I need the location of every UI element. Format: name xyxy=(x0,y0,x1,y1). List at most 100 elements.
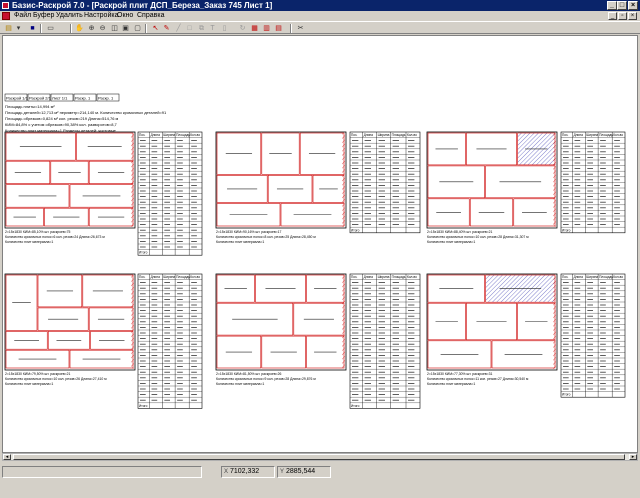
scrollbar-thumb[interactable] xyxy=(13,454,625,460)
header-summary-line: Площадь деталей=12,713 м² периметр=214,1… xyxy=(5,110,167,115)
pen-icon[interactable]: ✎ xyxy=(162,24,171,33)
toolbar-separator xyxy=(145,24,147,33)
table-header-cell: Длина xyxy=(151,133,161,137)
card-footer-line: Количество кромочных полос=8 кол. резов=… xyxy=(216,235,316,239)
mdi-restore-button[interactable]: ▫ xyxy=(618,12,627,20)
table-header-cell: Кол-во xyxy=(407,275,417,279)
table-header-cell: Длина xyxy=(364,275,374,279)
header-tab-label: Раскр. 1 xyxy=(75,96,91,101)
x-label: X xyxy=(224,469,229,475)
table-header-cell: Поз. xyxy=(562,133,568,137)
cut-icon[interactable]: ✂ xyxy=(296,24,305,33)
table-footer-label: Итого xyxy=(562,393,571,397)
card-footer-line: 2=15x1830 КИМ=79,50% шт. раскроев=21 xyxy=(5,372,71,376)
table-header-cell: Ширина xyxy=(586,275,598,279)
table-header-cell: Ширина xyxy=(586,133,598,137)
trim-strip xyxy=(342,133,345,227)
table-header-cell: Ширина xyxy=(378,133,390,137)
menu-settings[interactable]: Настройка xyxy=(84,11,118,21)
header-summary-line: Площадь плиты=14,994 м² xyxy=(5,104,55,109)
scroll-left-icon[interactable]: ◂ xyxy=(3,454,11,460)
status-message-field xyxy=(2,466,202,478)
card-footer-line: Количество кромочных полос=10 кол. резов… xyxy=(427,235,529,239)
minimize-button[interactable]: _ xyxy=(607,1,617,10)
table-header-cell: Кол-во xyxy=(190,275,200,279)
layout-icon[interactable]: ▥ xyxy=(262,24,271,33)
pointer-icon[interactable]: ↖ xyxy=(151,24,160,33)
document-icon[interactable] xyxy=(2,12,10,20)
card-footer-line: Количество кромочных полос=6 кол. резов=… xyxy=(5,235,105,239)
zoom-out-icon[interactable]: ⊖ xyxy=(98,24,107,33)
menu-file[interactable]: Файл xyxy=(14,11,31,21)
table-header-cell: Кол-во xyxy=(613,275,623,279)
save-icon[interactable]: ■ xyxy=(28,24,37,33)
table-header-cell: Поз. xyxy=(351,133,357,137)
close-button[interactable]: × xyxy=(628,1,638,10)
table-header-cell: Ширина xyxy=(163,133,175,137)
table-header-cell: Поз. xyxy=(351,275,357,279)
trim-strip xyxy=(553,275,556,369)
line-icon[interactable]: ╱ xyxy=(174,24,183,33)
toolbar-separator xyxy=(290,24,292,33)
header-tab-label: Раскрой 1/1 xyxy=(6,96,29,101)
zoom-window-icon[interactable]: ◫ xyxy=(110,24,119,33)
zoom-page-icon[interactable]: ▢ xyxy=(133,24,142,33)
mdi-minimize-button[interactable]: _ xyxy=(608,12,617,20)
cutting-layout-workspace[interactable]: Раскрой 1/1 Раскрой 2/1 Лист 1/1 Раскр. 1 Ра… xyxy=(2,35,638,453)
table-header-cell: Ширина xyxy=(378,275,390,279)
menu-delete[interactable]: Удалить xyxy=(56,11,83,21)
card-footer-line: Количество плит материала=1 xyxy=(5,240,53,244)
rotate-icon[interactable]: ↻ xyxy=(238,24,247,33)
table-header-cell: Длина xyxy=(574,275,584,279)
grid-icon[interactable]: ▦ xyxy=(250,24,259,33)
zoom-in-icon[interactable]: ⊕ xyxy=(87,24,96,33)
header-summary-line: КИМ=84,8% с учетом обрезков=90,38% кол. … xyxy=(5,122,118,127)
trim-strip xyxy=(553,133,556,227)
card-footer-line: Количество кромочных полос=10 кол. резов… xyxy=(5,377,107,381)
copy-icon[interactable]: ⧉ xyxy=(197,24,206,33)
table-header-cell: Площадь xyxy=(392,133,406,137)
cutting-card: Поз. Длина Ширина Площадь Кол-воИтого2=15x18… xyxy=(215,131,421,244)
card-footer-line: Количество плит материала=1 xyxy=(5,382,53,386)
card-footer-line: Количество плит материала=1 xyxy=(216,382,264,386)
menu-window[interactable]: Окно xyxy=(117,11,133,21)
table-header-cell: Кол-во xyxy=(613,133,623,137)
menu-help[interactable]: Справка xyxy=(137,11,164,21)
card-footer-line: Количество плит материала=1 xyxy=(216,240,264,244)
header-tab-label: Раскр. 1 xyxy=(98,96,114,101)
cutting-layout-canvas[interactable]: Раскрой 1/1 Раскрой 2/1 Лист 1/1 Раскр. 1 Ра… xyxy=(3,36,638,453)
header-summary-line: Площадь обрезков=0,824 м² кол. резов=219… xyxy=(5,116,119,121)
y-coordinate-field: Y 2885,544 xyxy=(277,466,331,478)
menu-buffer[interactable]: Буфер xyxy=(33,11,54,21)
table-footer-label: Итого xyxy=(139,251,148,255)
horizontal-scrollbar[interactable]: ◂ ▸ xyxy=(2,453,638,461)
open-icon[interactable]: ▾ xyxy=(14,24,23,33)
table-header-cell: Кол-во xyxy=(407,133,417,137)
table-footer-label: Итого xyxy=(139,404,148,408)
table-header-cell: Площадь xyxy=(176,133,190,137)
report-header: Раскрой 1/1 Раскрой 2/1 Лист 1/1 Раскр. 1 Ра… xyxy=(4,93,167,133)
x-value: 7102,332 xyxy=(229,468,260,475)
table-header-cell: Площадь xyxy=(599,275,613,279)
table-header-cell: Поз. xyxy=(139,133,145,137)
title-bar[interactable]: Базис-Раскрой 7.0 - [Раскрой плит ДСП_Бе… xyxy=(0,0,640,11)
table-header-cell: Кол-во xyxy=(190,133,200,137)
zoom-fit-icon[interactable]: ▣ xyxy=(121,24,130,33)
hand-icon[interactable]: ✋ xyxy=(75,24,84,33)
table-icon[interactable]: ▤ xyxy=(274,24,283,33)
maximize-button[interactable]: □ xyxy=(617,1,627,10)
erase-icon[interactable]: ▯ xyxy=(220,24,229,33)
scroll-right-icon[interactable]: ▸ xyxy=(629,454,637,460)
new-icon[interactable]: ▤ xyxy=(4,24,13,33)
card-footer-line: 2=15x1830 КИМ=81,50% шт. раскроев=26 xyxy=(216,372,282,376)
cutting-card: Поз. Длина Ширина Площадь Кол-воИтого2=15x18… xyxy=(4,131,203,256)
cutting-cards: Поз. Длина Ширина Площадь Кол-воИтого2=15x18… xyxy=(4,131,626,409)
table-header-cell: Площадь xyxy=(176,275,190,279)
status-bar: X 7102,332 Y 2885,544 xyxy=(0,462,640,498)
text-icon[interactable]: T xyxy=(208,24,217,33)
toolbar-separator xyxy=(70,24,72,33)
mdi-close-button[interactable]: × xyxy=(628,12,637,20)
print-icon[interactable]: ▭ xyxy=(46,24,55,33)
rect-icon[interactable]: □ xyxy=(185,24,194,33)
card-footer-line: 2=15x1830 КИМ=88,40% шт. раскроев=21 xyxy=(427,230,493,234)
